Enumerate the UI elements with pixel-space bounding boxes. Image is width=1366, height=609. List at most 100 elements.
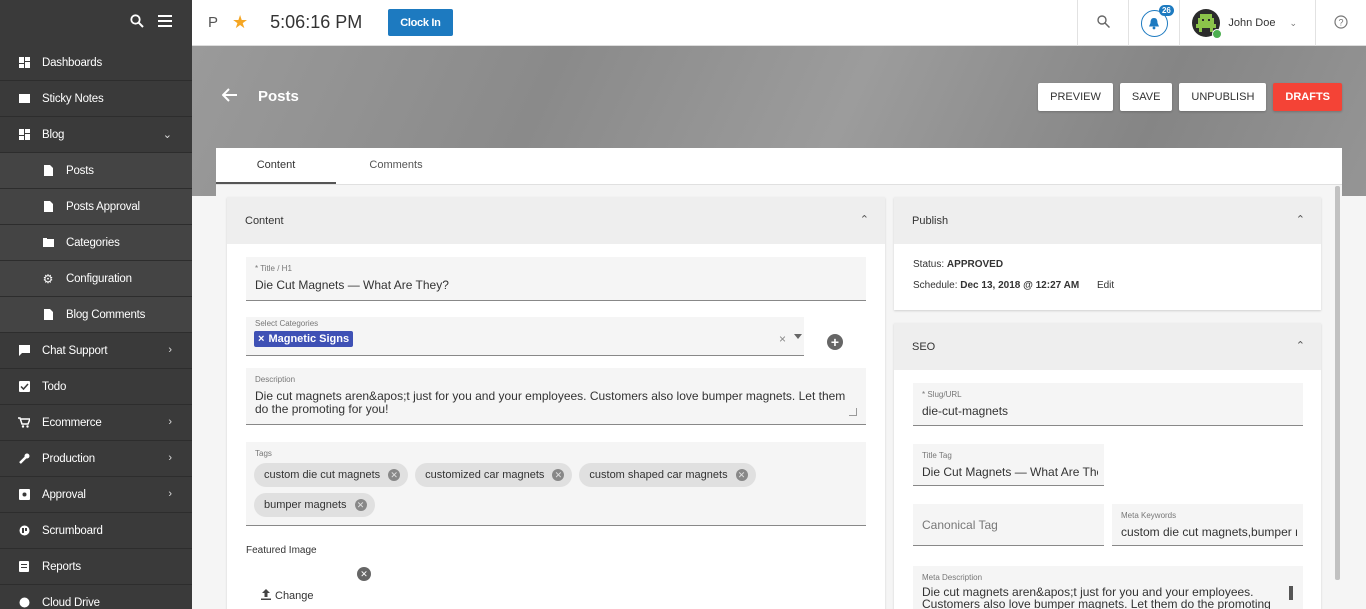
field-label: Meta Description bbox=[922, 573, 983, 582]
clear-icon[interactable]: × bbox=[779, 332, 786, 346]
tab-content[interactable]: Content bbox=[216, 148, 336, 184]
dashboard-icon bbox=[18, 57, 30, 69]
unpublish-button[interactable]: UNPUBLISH bbox=[1179, 83, 1267, 111]
sidebar-item-label: Dashboards bbox=[42, 56, 103, 69]
resize-handle-icon[interactable] bbox=[849, 408, 857, 416]
remove-image-icon[interactable]: ✕ bbox=[357, 567, 371, 581]
remove-tag-icon[interactable]: ✕ bbox=[552, 469, 565, 481]
sidebar-item-configuration[interactable]: ⚙ Configuration bbox=[0, 261, 192, 297]
sidebar-item-label: Todo bbox=[42, 380, 67, 393]
preview-button[interactable]: PREVIEW bbox=[1038, 83, 1113, 111]
chevron-up-icon[interactable]: ⌃ bbox=[1296, 213, 1305, 226]
edit-schedule-link[interactable]: Edit bbox=[1097, 280, 1114, 291]
meta-keywords-field[interactable]: Meta Keywords custom die cut magnets,bum… bbox=[1112, 504, 1303, 546]
action-buttons: PREVIEW SAVE UNPUBLISH DRAFTS bbox=[1038, 83, 1342, 111]
save-button[interactable]: SAVE bbox=[1119, 83, 1173, 111]
sidebar-item-ecommerce[interactable]: Ecommerce › bbox=[0, 405, 192, 441]
sidebar-item-cloud-drive[interactable]: Cloud Drive bbox=[0, 585, 192, 609]
star-icon[interactable]: ★ bbox=[232, 12, 248, 33]
tab-comments[interactable]: Comments bbox=[336, 148, 456, 184]
sidebar-item-posts[interactable]: Posts bbox=[0, 153, 192, 189]
help-button[interactable]: ? bbox=[1316, 0, 1366, 46]
current-time: 5:06:16 PM bbox=[270, 12, 363, 32]
add-category-icon[interactable]: + bbox=[827, 334, 843, 350]
user-menu[interactable]: John Doe ⌄ bbox=[1180, 0, 1315, 46]
panel-title: Publish bbox=[912, 214, 949, 227]
description-field[interactable]: Description Die cut magnets aren&apos;t … bbox=[246, 368, 866, 425]
publish-panel-header[interactable]: Publish ⌃ bbox=[894, 197, 1321, 244]
search-button[interactable] bbox=[1078, 0, 1128, 46]
sidebar-item-blog-comments[interactable]: Blog Comments bbox=[0, 297, 192, 333]
drafts-button[interactable]: DRAFTS bbox=[1273, 83, 1342, 111]
tag-chip[interactable]: customized car magnets ✕ bbox=[415, 463, 573, 487]
sidebar-item-label: Blog bbox=[42, 128, 65, 141]
tag-label: custom die cut magnets bbox=[264, 469, 381, 481]
svg-text:?: ? bbox=[1338, 17, 1343, 27]
sidebar-item-blog[interactable]: Blog ⌄ bbox=[0, 117, 192, 153]
sidebar-item-scrumboard[interactable]: Scrumboard bbox=[0, 513, 192, 549]
chevron-right-icon: › bbox=[168, 416, 172, 428]
textarea-scrollbar[interactable] bbox=[1289, 586, 1293, 600]
categories-select[interactable]: Select Categories × Magnetic Signs × bbox=[246, 317, 804, 356]
meta-keywords-input[interactable]: custom die cut magnets,bumper magnets bbox=[1121, 525, 1297, 539]
title-field[interactable]: * Title / H1 Die Cut Magnets — What Are … bbox=[246, 257, 866, 301]
featured-image-label: Featured Image bbox=[246, 545, 317, 556]
bell-icon: 26 bbox=[1140, 4, 1174, 37]
title-input[interactable]: Die Cut Magnets — What Are They? bbox=[255, 278, 449, 292]
sidebar-item-label: Posts Approval bbox=[66, 200, 140, 213]
sidebar-item-chat-support[interactable]: Chat Support › bbox=[0, 333, 192, 369]
canonical-tag-input[interactable]: Canonical Tag bbox=[922, 518, 998, 532]
seo-panel-header[interactable]: SEO ⌃ bbox=[894, 323, 1321, 370]
upload-icon bbox=[261, 589, 271, 603]
notifications-button[interactable]: 26 bbox=[1129, 0, 1179, 46]
canonical-tag-field[interactable]: Canonical Tag bbox=[913, 504, 1104, 546]
sidebar-item-posts-approval[interactable]: Posts Approval bbox=[0, 189, 192, 225]
description-line: Die cut magnets aren&apos;t just for you… bbox=[255, 389, 846, 403]
topbar: P ★ 5:06:16 PM Clock In 26 John Doe ⌄ ? bbox=[192, 0, 1366, 46]
page-scrollbar[interactable] bbox=[1335, 186, 1340, 580]
remove-tag-icon[interactable]: ✕ bbox=[388, 469, 401, 481]
tag-chip[interactable]: custom shaped car magnets ✕ bbox=[579, 463, 756, 487]
change-image-button[interactable]: Change bbox=[261, 589, 314, 603]
sidebar-item-categories[interactable]: Categories bbox=[0, 225, 192, 261]
chevron-right-icon: › bbox=[168, 488, 172, 500]
content-panel-header[interactable]: Content ⌃ bbox=[227, 197, 885, 244]
slug-field[interactable]: * Slug/URL die-cut-magnets bbox=[913, 383, 1303, 426]
sidebar-item-production[interactable]: Production › bbox=[0, 441, 192, 477]
chevron-right-icon: › bbox=[168, 452, 172, 464]
title-tag-input[interactable]: Die Cut Magnets — What Are They? bbox=[922, 465, 1098, 479]
sidebar-item-reports[interactable]: Reports bbox=[0, 549, 192, 585]
workspace-letter[interactable]: P bbox=[208, 14, 218, 31]
slug-input[interactable]: die-cut-magnets bbox=[922, 404, 1008, 418]
tag-chip[interactable]: custom die cut magnets ✕ bbox=[254, 463, 409, 487]
approval-icon bbox=[18, 489, 30, 501]
remove-tag-icon[interactable]: ✕ bbox=[354, 499, 367, 511]
remove-chip-icon[interactable]: × bbox=[258, 333, 264, 345]
field-label: Description bbox=[255, 375, 296, 384]
category-chip-label: Magnetic Signs bbox=[268, 333, 350, 345]
chevron-right-icon: › bbox=[168, 344, 172, 356]
meta-description-line: Customers also love bumper magnets. Let … bbox=[922, 597, 1271, 609]
title-tag-field[interactable]: Title Tag Die Cut Magnets — What Are The… bbox=[913, 444, 1104, 486]
chevron-up-icon[interactable]: ⌃ bbox=[860, 213, 869, 226]
tags-field[interactable]: Tags custom die cut magnets ✕ customized c… bbox=[246, 442, 866, 526]
sidebar-item-approval[interactable]: Approval › bbox=[0, 477, 192, 513]
back-arrow-icon[interactable] bbox=[221, 86, 238, 107]
tag-chip[interactable]: bumper magnets ✕ bbox=[254, 493, 375, 517]
search-icon[interactable] bbox=[130, 14, 144, 31]
clock-in-button[interactable]: Clock In bbox=[388, 9, 453, 36]
field-label: * Slug/URL bbox=[922, 390, 962, 399]
sidebar-item-dashboards[interactable]: Dashboards bbox=[0, 45, 192, 81]
category-chip[interactable]: × Magnetic Signs bbox=[254, 331, 354, 347]
sidebar-item-label: Ecommerce bbox=[42, 416, 102, 429]
cart-icon bbox=[18, 417, 30, 429]
tag-label: customized car magnets bbox=[425, 469, 545, 481]
meta-description-field[interactable]: Meta Description Die cut magnets aren&ap… bbox=[913, 566, 1303, 609]
menu-icon[interactable] bbox=[158, 15, 172, 30]
chevron-up-icon[interactable]: ⌃ bbox=[1296, 339, 1305, 352]
remove-tag-icon[interactable]: ✕ bbox=[735, 469, 748, 481]
sidebar-item-label: Sticky Notes bbox=[42, 92, 104, 105]
sidebar-item-sticky-notes[interactable]: Sticky Notes bbox=[0, 81, 192, 117]
dropdown-caret-icon[interactable] bbox=[794, 334, 802, 339]
sidebar-item-todo[interactable]: Todo bbox=[0, 369, 192, 405]
